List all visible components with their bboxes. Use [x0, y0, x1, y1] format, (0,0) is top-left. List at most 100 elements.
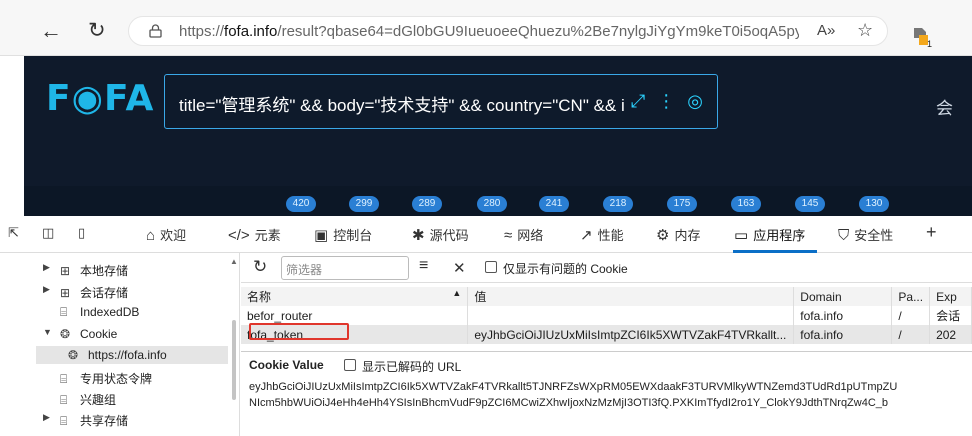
filter-input[interactable]: 筛选器: [281, 256, 409, 280]
cookie-domain: fofa.info: [793, 306, 893, 325]
add-tab-icon[interactable]: +: [926, 222, 937, 243]
table-row[interactable]: befor_router fofa.info / 会话: [241, 306, 972, 325]
only-issues-checkbox[interactable]: [485, 261, 497, 273]
database-icon: ⌸: [60, 393, 68, 407]
only-issues-label: 仅显示有问题的 Cookie: [503, 262, 628, 276]
shield-icon: ⛉: [838, 227, 850, 244]
count-badge: 420: [286, 196, 316, 212]
extension-badge: 1: [927, 39, 933, 49]
dock-icon[interactable]: ▯: [78, 225, 85, 241]
performance-icon: ↗: [580, 227, 593, 244]
cookie-value: eyJhbGciOiJIUzUxMiIsImtpZCI6Ik5XWTVZakF4…: [467, 325, 795, 344]
header-text[interactable]: 会: [936, 94, 953, 119]
inspect-icon[interactable]: ⇱: [8, 225, 19, 241]
sidebar-scrollbar[interactable]: [232, 320, 236, 400]
table-row[interactable]: fofa_token eyJhbGciOiJIUzUxMiIsImtpZCI6I…: [241, 325, 972, 344]
database-icon: ⌸: [60, 414, 68, 428]
count-badge: 299: [349, 196, 379, 212]
sidebar-item-local-storage[interactable]: ▶ ⊞ 本地存储: [43, 262, 128, 279]
storage-grid-icon: ⊞: [60, 264, 71, 278]
application-icon: ▭: [734, 227, 749, 244]
memory-icon: ⚙: [656, 227, 670, 244]
database-icon: ⌸: [60, 372, 68, 386]
cookie-table: 名称 ▲ 值 Domain Pa... Exp befor_router fofa…: [241, 287, 972, 344]
address-bar[interactable]: https://fofa.info/result?qbase64=dGl0bGU…: [128, 16, 888, 46]
cookie-value-panel: Cookie Value 显示已解码的 URL eyJhbGciOiJIUzUx…: [241, 351, 972, 436]
tab-security[interactable]: ⛉ 安全性: [838, 225, 893, 244]
tab-console[interactable]: ▣ 控制台: [314, 225, 372, 244]
cookie-icon: ❂: [68, 348, 79, 362]
refresh-icon[interactable]: ↻: [253, 257, 267, 277]
clear-filtered-icon[interactable]: ≡: [419, 257, 428, 275]
home-icon: ⌂: [146, 227, 156, 244]
sidebar-item-shared-storage[interactable]: ▶ ⌸ 共享存储: [43, 412, 128, 429]
delete-icon[interactable]: ✕: [453, 259, 466, 277]
sidebar-item-interest-groups[interactable]: ⌸ 兴趣组: [46, 391, 116, 408]
sidebar-item-cookie[interactable]: ▼ ❂ Cookie: [43, 327, 117, 341]
tab-performance[interactable]: ↗ 性能: [580, 225, 624, 244]
column-header-expires[interactable]: Exp: [929, 287, 972, 306]
lock-icon[interactable]: [149, 24, 162, 38]
table-header-row: 名称 ▲ 值 Domain Pa... Exp: [241, 287, 972, 306]
count-badge: 280: [477, 196, 507, 212]
show-decoded-checkbox[interactable]: [344, 359, 356, 371]
column-header-value[interactable]: 值: [467, 287, 795, 306]
cookie-expires: 202: [929, 325, 972, 344]
cookie-icon: ❂: [60, 327, 71, 341]
highlight-box: [249, 323, 349, 340]
cookie-value-title: Cookie Value: [249, 358, 324, 372]
tab-memory[interactable]: ⚙ 内存: [656, 225, 700, 244]
tab-sources[interactable]: ✱ 源代码: [412, 225, 469, 244]
sidebar-item-fofa-cookie[interactable]: ❂ https://fofa.info: [68, 348, 167, 362]
storage-grid-icon: ⊞: [60, 286, 71, 300]
more-options-icon[interactable]: ⋮: [657, 91, 675, 112]
devtools-tabbar: ⇱ ◫ ▯ ⌂ 欢迎 </> 元素 ▣ 控制台 ✱ 源代码 ≈ 网络 ↗ 性能 ⚙ 内存 ▭ 应…: [0, 217, 972, 253]
cookie-path: /: [891, 325, 931, 344]
column-header-path[interactable]: Pa...: [891, 287, 931, 306]
url-text[interactable]: https://fofa.info/result?qbase64=dGl0bGU…: [179, 23, 799, 40]
cookie-value: [467, 306, 795, 325]
search-box[interactable]: title="管理系统" && body="技术支持" && country="…: [164, 74, 718, 129]
count-badge: 175: [667, 196, 697, 212]
cookie-toolbar: ↻ 筛选器 ≡ ✕ 仅显示有问题的 Cookie: [241, 253, 972, 283]
cookie-value-text[interactable]: eyJhbGciOiJIUzUxMiIsImtpZCI6Ik5XWTVZakF4…: [249, 379, 967, 411]
sidebar-item-private-state-tokens[interactable]: ⌸ 专用状态令牌: [46, 370, 152, 387]
application-sidebar: ▶ ⊞ 本地存储 ▶ ⊞ 会话存储 ⌸ IndexedDB ▼ ❂ Cookie ❂ https…: [0, 253, 240, 436]
column-header-domain[interactable]: Domain: [793, 287, 893, 306]
expand-icon[interactable]: ⤢: [631, 91, 645, 112]
wifi-icon: ≈: [504, 227, 513, 244]
sidebar-item-indexeddb[interactable]: ⌸ IndexedDB: [46, 305, 139, 320]
read-aloud-icon[interactable]: A»: [817, 22, 835, 39]
tab-application[interactable]: ▭ 应用程序: [734, 225, 805, 244]
cookie-domain: fofa.info: [793, 325, 893, 344]
count-badge: 289: [412, 196, 442, 212]
tab-elements[interactable]: </> 元素: [228, 225, 281, 244]
cookie-panel: ↻ 筛选器 ≡ ✕ 仅显示有问题的 Cookie 名称 ▲ 值 Domain Pa…: [241, 253, 972, 436]
browser-toolbar: ← ↻ https://fofa.info/result?qbase64=dGl…: [0, 0, 972, 56]
refresh-icon[interactable]: ↻: [88, 20, 106, 42]
tab-network[interactable]: ≈ 网络: [504, 225, 543, 244]
sidebar-item-session-storage[interactable]: ▶ ⊞ 会话存储: [43, 284, 128, 301]
fofa-page: F◉FA title="管理系统" && body="技术支持" && coun…: [24, 56, 972, 216]
search-query[interactable]: title="管理系统" && body="技术支持" && country="…: [179, 91, 627, 116]
database-icon: ⌸: [60, 305, 68, 319]
extension-icon[interactable]: [912, 26, 928, 46]
search-icon[interactable]: ◎: [687, 91, 703, 112]
count-badge: 218: [603, 196, 633, 212]
scroll-up-icon[interactable]: ▲: [230, 257, 238, 266]
count-badge: 163: [731, 196, 761, 212]
bug-icon: ✱: [412, 227, 425, 244]
favorite-star-icon[interactable]: ☆: [857, 20, 873, 41]
count-badge: 130: [859, 196, 889, 212]
code-icon: </>: [228, 227, 250, 244]
device-emulation-icon[interactable]: ◫: [42, 225, 54, 241]
sort-asc-icon[interactable]: ▲: [452, 288, 461, 298]
cookie-expires: 会话: [929, 306, 972, 325]
tab-welcome[interactable]: ⌂ 欢迎: [146, 225, 186, 244]
console-icon: ▣: [314, 227, 329, 244]
column-header-name[interactable]: 名称 ▲: [241, 287, 469, 306]
fofa-logo[interactable]: F◉FA: [46, 78, 154, 119]
count-badge: 145: [795, 196, 825, 212]
show-decoded-label: 显示已解码的 URL: [362, 360, 462, 374]
back-icon[interactable]: ←: [40, 20, 62, 42]
